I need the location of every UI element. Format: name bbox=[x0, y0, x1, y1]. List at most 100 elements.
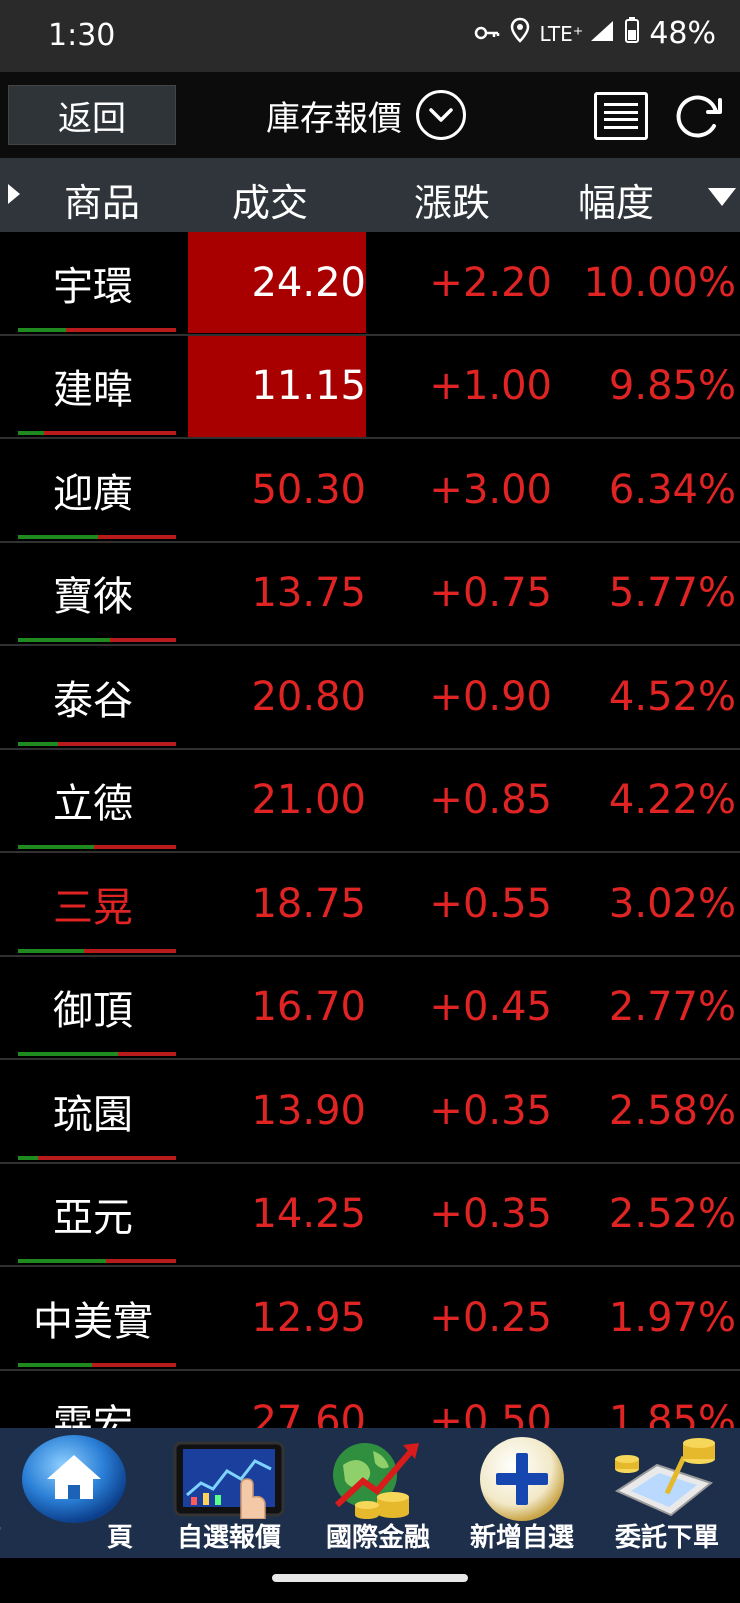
bottom-nav: 首 頁 自選報價 國際金融 bbox=[0, 1428, 740, 1558]
stock-name: 宇環 bbox=[53, 263, 133, 310]
volume-bar bbox=[18, 534, 176, 539]
stock-name: 立德 bbox=[53, 781, 133, 827]
quote-row[interactable]: 三晃 18.75 +0.55 3.02% bbox=[0, 853, 740, 957]
col-change[interactable]: 漲跌 bbox=[414, 172, 490, 227]
quote-row[interactable]: 中美實 12.95 +0.25 1.97% bbox=[0, 1267, 740, 1371]
stock-name: 泰谷 bbox=[53, 677, 133, 724]
volume-bar bbox=[18, 1155, 176, 1160]
stock-price: 13.75 bbox=[251, 570, 366, 616]
quote-row[interactable]: 立德 21.00 +0.85 4.22% bbox=[0, 750, 740, 853]
stock-percent: 2.52% bbox=[608, 1191, 736, 1237]
nav-add-watchlist[interactable]: 新增自選 bbox=[452, 1428, 592, 1558]
stock-price: 12.95 bbox=[251, 1294, 366, 1341]
stock-name: 亞元 bbox=[53, 1195, 133, 1241]
quote-row[interactable]: 琉園 13.90 +0.35 2.58% bbox=[0, 1060, 740, 1164]
list-icon[interactable] bbox=[594, 92, 648, 140]
stock-price: 21.00 bbox=[251, 777, 366, 823]
nav-order[interactable]: 委託下單 bbox=[594, 1428, 740, 1558]
stock-name: 霖宏 bbox=[53, 1402, 133, 1428]
stock-change: +0.35 bbox=[429, 1087, 552, 1134]
home-gesture-bar[interactable] bbox=[272, 1574, 468, 1582]
gesture-area bbox=[0, 1558, 740, 1603]
stock-change: +0.55 bbox=[429, 880, 552, 927]
quote-row[interactable]: 寶徠 13.75 +0.75 5.77% bbox=[0, 543, 740, 646]
quote-row[interactable]: 宇環 24.20 +2.20 10.00% bbox=[0, 232, 740, 336]
stock-name: 御頂 bbox=[53, 988, 133, 1034]
status-time: 1:30 bbox=[48, 18, 116, 53]
stock-price: 18.75 bbox=[251, 880, 366, 927]
stock-percent: 9.85% bbox=[608, 363, 736, 409]
stock-price: 50.30 bbox=[251, 466, 366, 513]
stock-price: 24.20 bbox=[188, 232, 366, 333]
stock-percent: 2.77% bbox=[608, 984, 736, 1030]
expand-arrow-icon[interactable] bbox=[8, 184, 20, 204]
volume-bar bbox=[18, 741, 176, 746]
stock-price: 16.70 bbox=[251, 984, 366, 1030]
volume-bar bbox=[18, 845, 176, 849]
network-type: LTE⁺ bbox=[539, 21, 584, 46]
title-bar: 返回 庫存報價 bbox=[0, 72, 740, 158]
battery-icon bbox=[625, 16, 640, 51]
stock-change: +1.00 bbox=[429, 363, 552, 409]
stock-percent: 5.77% bbox=[608, 570, 736, 616]
column-header: 商品 成交 漲跌 幅度 bbox=[0, 158, 740, 232]
stock-name: 三晃 bbox=[53, 884, 133, 931]
stock-change: +0.50 bbox=[429, 1398, 552, 1428]
nav-label: 委託下單 bbox=[614, 1523, 719, 1553]
stock-percent: 1.85% bbox=[608, 1398, 736, 1428]
col-percent[interactable]: 幅度 bbox=[578, 172, 654, 227]
quote-row[interactable]: 泰谷 20.80 +0.90 4.52% bbox=[0, 646, 740, 750]
sort-down-icon[interactable] bbox=[708, 188, 736, 206]
refresh-icon[interactable] bbox=[672, 92, 724, 140]
stock-name: 寶徠 bbox=[53, 574, 133, 620]
page-title: 庫存報價 bbox=[266, 98, 402, 139]
volume-bar bbox=[18, 1052, 176, 1056]
quote-row[interactable]: 御頂 16.70 +0.45 2.77% bbox=[0, 957, 740, 1060]
plus-icon bbox=[476, 1436, 568, 1522]
quote-row[interactable]: 建暐 11.15 +1.00 9.85% bbox=[0, 335, 740, 439]
title-selector[interactable]: 庫存報價 bbox=[266, 85, 466, 145]
stock-name: 琉園 bbox=[53, 1091, 133, 1138]
quote-list: 宇環 24.20 +2.20 10.00% 建暐 11.15 +1.00 9.8… bbox=[0, 232, 740, 1428]
stock-change: +0.25 bbox=[429, 1294, 552, 1341]
quote-row[interactable]: 霖宏 27.60 +0.50 1.85% bbox=[0, 1371, 740, 1428]
quote-row[interactable]: 迎廣 50.30 +3.00 6.34% bbox=[0, 439, 740, 543]
nav-home[interactable]: 首 頁 bbox=[0, 1428, 148, 1558]
stock-percent: 3.02% bbox=[608, 880, 736, 927]
stock-change: +0.45 bbox=[429, 984, 552, 1030]
stock-percent: 4.22% bbox=[608, 777, 736, 823]
col-price[interactable]: 成交 bbox=[232, 172, 308, 227]
nav-watchlist[interactable]: 自選報價 bbox=[158, 1428, 300, 1558]
stock-percent: 4.52% bbox=[608, 673, 736, 720]
volume-bar bbox=[18, 1362, 176, 1367]
quote-row[interactable]: 亞元 14.25 +0.35 2.52% bbox=[0, 1164, 740, 1267]
stock-price: 20.80 bbox=[251, 673, 366, 720]
signal-icon bbox=[589, 16, 615, 51]
stock-percent: 1.97% bbox=[608, 1294, 736, 1341]
stock-percent: 2.58% bbox=[608, 1087, 736, 1134]
volume-bar bbox=[18, 948, 176, 953]
key-icon bbox=[474, 16, 500, 51]
stock-price: 27.60 bbox=[251, 1398, 366, 1428]
nav-label: 國際金融 bbox=[325, 1523, 430, 1553]
nav-label: 自選報價 bbox=[176, 1523, 281, 1553]
stock-change: +0.75 bbox=[429, 570, 552, 616]
nav-international[interactable]: 國際金融 bbox=[304, 1428, 452, 1558]
stock-change: +0.90 bbox=[429, 673, 552, 720]
col-product[interactable]: 商品 bbox=[64, 172, 140, 227]
back-button[interactable]: 返回 bbox=[8, 85, 176, 145]
home-icon bbox=[19, 1435, 129, 1523]
nav-label: 新增自選 bbox=[469, 1523, 574, 1553]
battery-level: 48% bbox=[649, 16, 716, 51]
stock-percent: 6.34% bbox=[608, 466, 736, 513]
stock-name: 中美實 bbox=[33, 1298, 153, 1345]
stock-name: 建暐 bbox=[53, 367, 133, 413]
chevron-down-icon bbox=[416, 90, 466, 140]
volume-bar bbox=[18, 431, 176, 435]
globe-coins-icon bbox=[323, 1436, 433, 1522]
stock-price: 13.90 bbox=[251, 1087, 366, 1134]
order-coins-icon bbox=[607, 1436, 727, 1522]
stock-price: 14.25 bbox=[251, 1191, 366, 1237]
tablet-chart-icon bbox=[171, 1436, 287, 1522]
location-icon bbox=[510, 16, 530, 51]
